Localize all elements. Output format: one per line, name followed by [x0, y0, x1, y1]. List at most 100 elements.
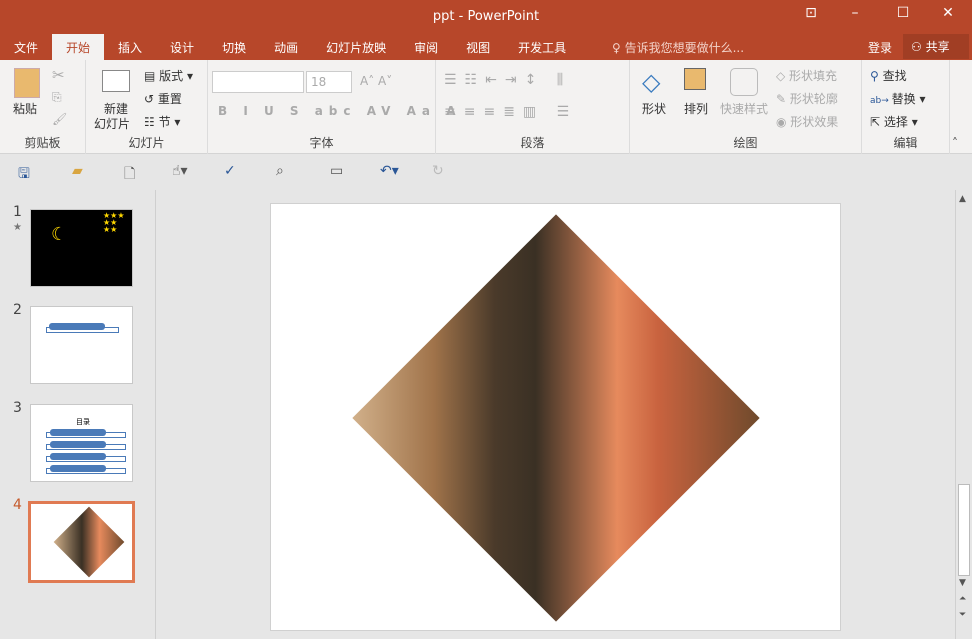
maximize-button[interactable]: ☐ — [888, 5, 918, 21]
font-size-field[interactable]: 18 — [306, 71, 352, 93]
outline-label: 形状轮廓 — [789, 92, 838, 106]
share-label: 共享 — [925, 40, 950, 54]
fill-label: 形状填充 — [789, 69, 838, 83]
list-icons[interactable]: ☰☷⇤⇥↕ ⫼ — [444, 72, 571, 88]
slide-3-title: 目录 — [76, 418, 90, 426]
slide-thumbnail-3[interactable]: 目录 — [30, 404, 133, 482]
slide-thumbnail-pane: 1 ★ ☾ ★★★ ★★ ★★ 2 3 目录 4 — [0, 190, 156, 639]
tab-developer[interactable]: 开发工具 — [504, 34, 580, 60]
slide-number: 3 — [13, 400, 22, 416]
font-format-icons[interactable]: B I U S abc AV Aa A — [218, 104, 461, 118]
save-icon[interactable]: 🖫 — [18, 163, 30, 187]
paste-icon[interactable] — [14, 68, 40, 98]
open-folder-icon[interactable]: ▰ — [72, 163, 83, 179]
layout-button[interactable]: ▤ 版式 ▾ — [144, 67, 193, 84]
slides-group: 新建 幻灯片 ▤ 版式 ▾ ↺ 重置 ☷ 节 ▾ 幻灯片 — [86, 60, 208, 154]
print-preview-icon[interactable]: ⌕ — [276, 163, 284, 179]
tell-me-search[interactable]: ♀ 告诉我您想要做什么... — [612, 39, 744, 56]
slide-thumbnail-2[interactable] — [30, 306, 133, 384]
clipboard-group: 粘贴 ✂ ⎘ 🖌 剪贴板 — [0, 60, 86, 154]
blue-bar — [50, 465, 106, 472]
effects-label: 形状效果 — [790, 115, 839, 129]
font-group: 18 A˄ A˅ B I U S abc AV Aa A 字体 — [208, 60, 455, 154]
select-button[interactable]: ⇱ 选择 ▾ — [870, 113, 918, 130]
slide-thumbnail-1[interactable]: ☾ ★★★ ★★ ★★ — [30, 209, 133, 287]
person-icon: ⚇ — [911, 40, 926, 54]
shapes-button[interactable]: 形状 — [642, 100, 666, 117]
collapse-ribbon-icon[interactable]: ˄ — [952, 136, 958, 150]
find-button[interactable]: ⚲ 查找 — [870, 67, 907, 84]
new-file-icon[interactable]: 🗋 — [124, 163, 135, 187]
current-slide[interactable] — [270, 203, 841, 631]
section-button[interactable]: ☷ 节 ▾ — [144, 113, 180, 130]
blue-bar — [50, 441, 106, 448]
moon-icon: ☾ — [51, 224, 68, 245]
copy-icon[interactable]: ⎘ — [52, 90, 62, 105]
next-slide-icon[interactable]: ⏷ — [959, 610, 966, 620]
blue-bar — [49, 323, 105, 330]
previous-slide-icon[interactable]: ⏶ — [959, 594, 966, 604]
shape-effects-button[interactable]: ◉ 形状效果 — [776, 113, 838, 130]
grow-font-icon[interactable]: A˄ A˅ — [360, 74, 392, 88]
tab-view[interactable]: 视图 — [452, 34, 504, 60]
quick-styles-icon[interactable] — [730, 68, 758, 96]
cut-icon[interactable]: ✂ — [52, 66, 65, 84]
quick-styles-button[interactable]: 快速样式 — [720, 100, 768, 117]
drawing-label: 绘图 — [733, 136, 758, 150]
minimize-button[interactable]: – — [840, 5, 870, 21]
redo-icon[interactable]: ↻ — [432, 163, 444, 179]
touch-mode-icon[interactable]: ☝▾ — [172, 163, 188, 179]
replace-button[interactable]: ab→ 替换 ▾ — [870, 90, 926, 107]
format-painter-icon[interactable]: 🖌 — [52, 112, 67, 126]
new-slide-icon[interactable] — [102, 70, 130, 92]
scroll-up-icon[interactable]: ▲ — [959, 194, 966, 204]
shape-outline-button[interactable]: ✎ 形状轮廓 — [776, 90, 838, 107]
stars-icon: ★★★ ★★ ★★ — [103, 211, 125, 234]
font-label: 字体 — [309, 136, 334, 150]
slide-number: 4 — [13, 497, 22, 513]
align-icons[interactable]: ≡≡≡≣▥ ☰ — [444, 104, 577, 120]
slide-number: 2 — [13, 302, 22, 318]
ribbon: 粘贴 ✂ ⎘ 🖌 剪贴板 新建 幻灯片 ▤ 版式 ▾ ↺ 重置 ☷ 节 ▾ 幻灯… — [0, 60, 972, 154]
close-button[interactable]: ✕ — [933, 5, 963, 21]
arrange-icon[interactable] — [684, 68, 706, 90]
editing-label: 编辑 — [893, 136, 918, 150]
layout-label: 版式 — [159, 69, 184, 83]
slide-thumbnail-4-selected[interactable] — [28, 501, 135, 583]
arrange-button[interactable]: 排列 — [684, 100, 708, 117]
vertical-scrollbar[interactable]: ▲ ▼ ⏶ ⏷ — [955, 190, 972, 639]
tab-file[interactable]: 文件 — [0, 34, 52, 60]
cursor-icon: ⇱ — [870, 115, 884, 129]
slideshow-icon[interactable]: ▭ — [330, 163, 343, 179]
tab-design[interactable]: 设计 — [156, 34, 208, 60]
new-slide-button-line2[interactable]: 幻灯片 — [94, 115, 130, 132]
tab-animations[interactable]: 动画 — [260, 34, 312, 60]
ribbon-display-icon[interactable]: ⊡ — [796, 5, 826, 21]
scrollbar-thumb[interactable] — [958, 484, 970, 576]
share-button[interactable]: ⚇ 共享 — [903, 34, 969, 59]
scroll-down-icon[interactable]: ▼ — [959, 578, 966, 588]
diamond-cropped-autumn-tree-photo[interactable] — [352, 214, 760, 622]
login-link[interactable]: 登录 — [868, 39, 892, 56]
find-label: 查找 — [882, 69, 907, 83]
tab-home[interactable]: 开始 — [52, 34, 105, 60]
tab-review[interactable]: 审阅 — [400, 34, 452, 60]
quick-access-toolbar: 🖫 ▰ 🗋 ☝▾ ✓ ⌕ ▭ ↶▾ ↻ — [0, 155, 972, 189]
tab-transitions[interactable]: 切换 — [208, 34, 260, 60]
font-name-field[interactable] — [212, 71, 304, 93]
drawing-group: ◇ 形状 排列 快速样式 ◇ 形状填充 ✎ 形状轮廓 ◉ 形状效果 绘图 — [630, 60, 862, 154]
slide-number: 1 — [13, 204, 22, 220]
spelling-icon[interactable]: ✓ — [224, 163, 236, 179]
section-label: 节 — [158, 115, 171, 129]
tab-insert[interactable]: 插入 — [104, 34, 156, 60]
reset-label: 重置 — [157, 92, 182, 106]
shapes-icon[interactable]: ◇ — [642, 68, 660, 96]
window-title: ppt - PowerPoint — [432, 9, 540, 24]
reset-button[interactable]: ↺ 重置 — [144, 90, 182, 107]
tab-slideshow[interactable]: 幻灯片放映 — [312, 34, 400, 60]
undo-icon[interactable]: ↶▾ — [380, 163, 399, 179]
paste-button[interactable]: 粘贴 — [13, 100, 37, 117]
editing-group: ⚲ 查找 ab→ 替换 ▾ ⇱ 选择 ▾ 编辑 — [862, 60, 950, 154]
shape-fill-button[interactable]: ◇ 形状填充 — [776, 67, 837, 84]
replace-label: 替换 — [891, 92, 916, 106]
